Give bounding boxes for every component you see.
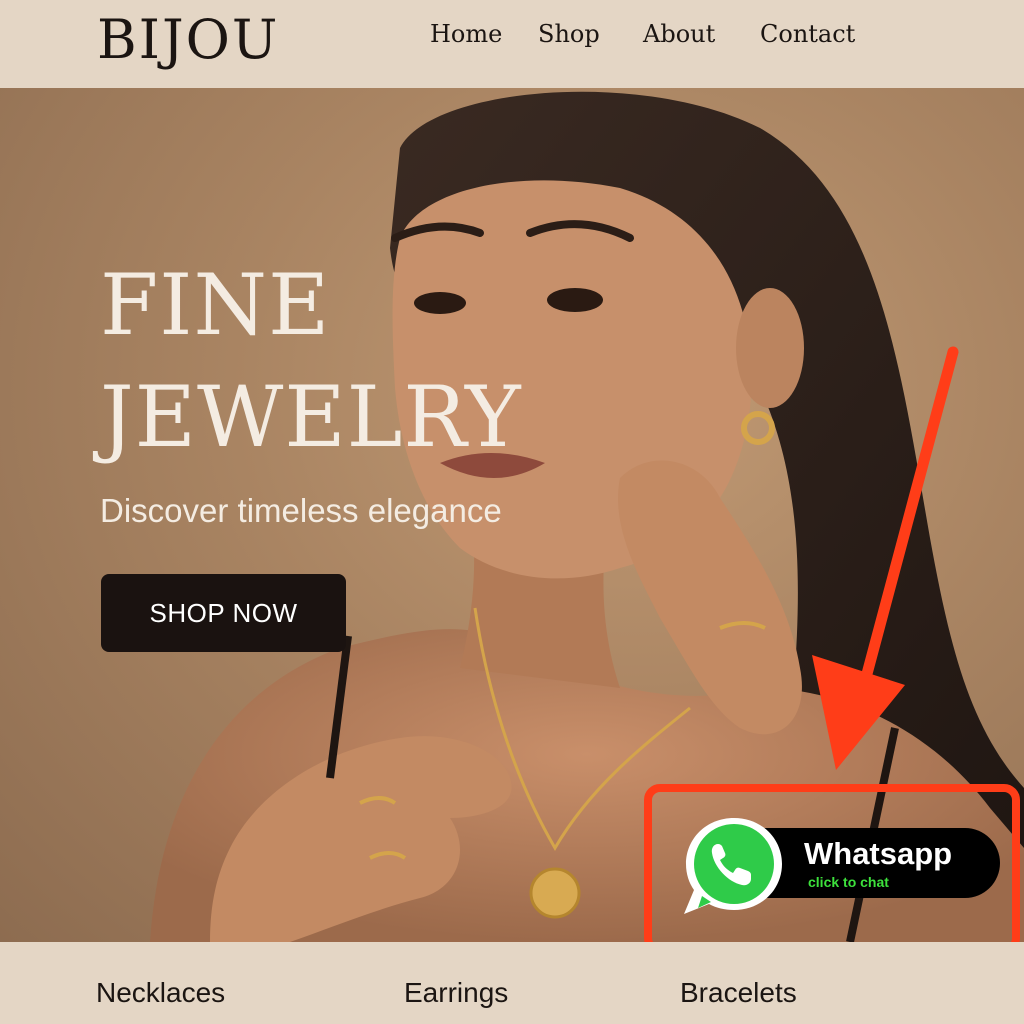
whatsapp-icon[interactable] [678,812,790,920]
whatsapp-sublabel[interactable]: click to chat [808,874,889,890]
nav-shop[interactable]: Shop [538,20,600,54]
category-earrings[interactable]: Earrings [404,977,508,1009]
shop-now-button[interactable]: SHOP NOW [101,574,346,652]
nav-about[interactable]: About [643,20,715,54]
hero-subtitle: Discover timeless elegance [100,492,502,529]
site-header: BIJOU Home Shop About Contact [0,0,1024,88]
nav-contact[interactable]: Contact [760,20,855,54]
category-necklaces[interactable]: Necklaces [96,977,225,1009]
hero-title-line1: FINE [100,256,331,354]
nav-home[interactable]: Home [430,20,502,54]
category-bracelets[interactable]: Bracelets [680,977,797,1009]
brand-logo[interactable]: BIJOU [97,8,279,71]
hero-title-line2: JEWELRY [100,368,522,466]
whatsapp-label[interactable]: Whatsapp [804,836,952,872]
